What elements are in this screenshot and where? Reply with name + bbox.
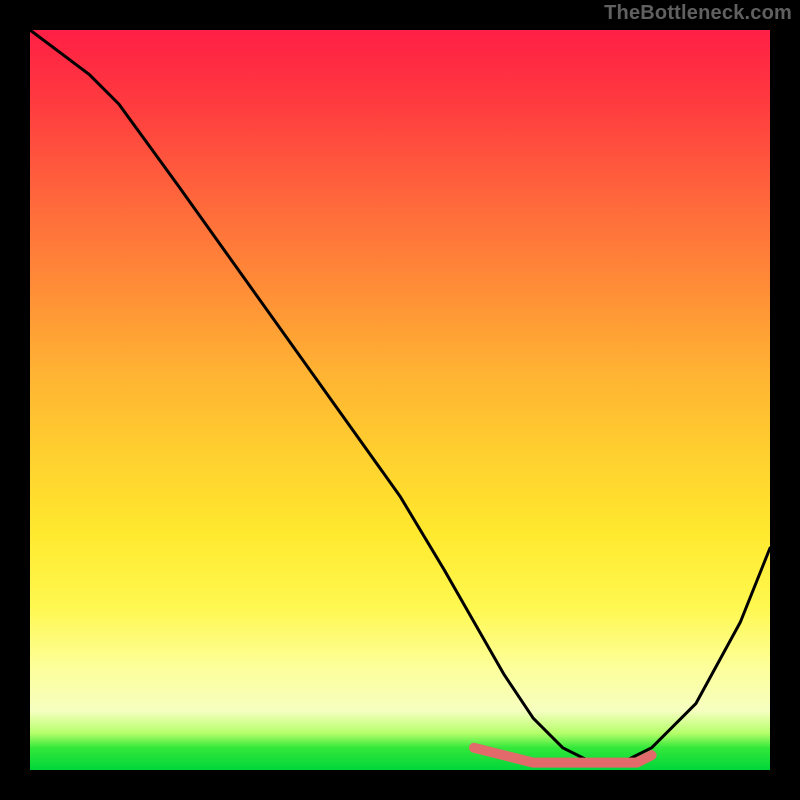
plot-area bbox=[30, 30, 770, 770]
curve-layer bbox=[30, 30, 770, 770]
bottleneck-curve bbox=[30, 30, 770, 763]
watermark-text: TheBottleneck.com bbox=[604, 2, 792, 25]
minimum-highlight bbox=[474, 748, 652, 763]
chart-frame: TheBottleneck.com bbox=[0, 0, 800, 800]
